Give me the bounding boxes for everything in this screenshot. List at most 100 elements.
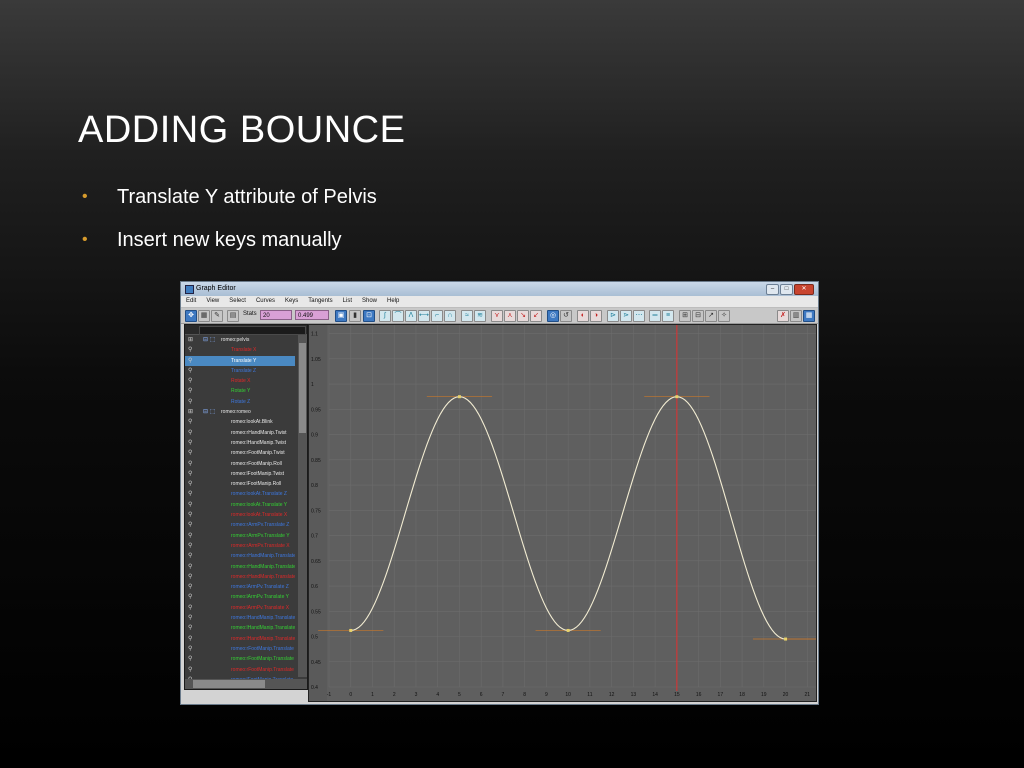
linear-infinity-icon[interactable]: ═ — [649, 310, 661, 322]
key-point[interactable] — [784, 637, 788, 641]
pin-icon[interactable]: ⚲ — [188, 500, 192, 510]
pre-infinity-icon[interactable]: ◐ — [577, 310, 589, 322]
pin-icon[interactable]: ⚲ — [188, 572, 192, 582]
outliner-attribute[interactable]: ⚲ romeo:rFootManip.Translate Y — [185, 654, 295, 664]
pin-icon[interactable]: ⚲ — [188, 417, 192, 427]
outliner-attribute[interactable]: ⚲ romeo:rHandManip.Translate Y — [185, 562, 295, 572]
post-infinity-icon[interactable]: ◑ — [590, 310, 602, 322]
dope-sheet-icon[interactable]: ⊞ — [679, 310, 691, 322]
pin-icon[interactable]: ⚲ — [188, 510, 192, 520]
pin-icon[interactable]: ⚲ — [188, 428, 192, 438]
pin-icon[interactable]: ⚲ — [188, 479, 192, 489]
pin-icon[interactable]: ⚲ — [188, 562, 192, 572]
retime-icon[interactable]: ↗ — [705, 310, 717, 322]
outliner-attribute[interactable]: ⚲ romeo:lArmPv.Translate X — [185, 603, 295, 613]
free-tangent-weight-icon[interactable]: ↘ — [517, 310, 529, 322]
outliner-attribute[interactable]: ⚲ romeo:lookAt.Translate Y — [185, 500, 295, 510]
pin-icon[interactable]: ⚲ — [188, 520, 192, 530]
minimize-icon[interactable]: – — [766, 284, 779, 295]
layout-icon[interactable]: ▦ — [803, 310, 815, 322]
outliner-attribute[interactable]: ⚲ romeo:lHandManip.Translate Y — [185, 623, 295, 633]
spline-tangent-icon[interactable]: ∫ — [379, 310, 391, 322]
key-point[interactable] — [457, 395, 461, 399]
pin-icon[interactable]: ⚲ — [188, 386, 192, 396]
scroll-thumb[interactable] — [193, 680, 265, 688]
outliner-attribute[interactable]: ⚲ romeo:lookAt.Translate Z — [185, 489, 295, 499]
denormalize-icon[interactable]: ↺ — [560, 310, 572, 322]
swap-buffer-icon[interactable]: ≋ — [474, 310, 486, 322]
pin-icon[interactable]: ⚲ — [188, 469, 192, 479]
menu-curves[interactable]: Curves — [251, 296, 280, 307]
pin-icon[interactable]: ⚲ — [188, 376, 192, 386]
pin-icon[interactable]: ⚲ — [188, 531, 192, 541]
outliner-attribute[interactable]: ⚲ romeo:lookAt.Blink — [185, 417, 295, 427]
pin-icon[interactable]: ⚲ — [188, 345, 192, 355]
move-key-icon[interactable]: ✥ — [185, 310, 197, 322]
outliner-attribute[interactable]: ⚲ romeo:lFootManip.Roll — [185, 479, 295, 489]
outliner-attribute[interactable]: ⚲ Translate X — [185, 345, 295, 355]
key-point[interactable] — [675, 395, 679, 399]
add-key-icon[interactable]: ✎ — [211, 310, 223, 322]
menu-select[interactable]: Select — [224, 296, 251, 307]
menu-view[interactable]: View — [201, 296, 224, 307]
scroll-thumb[interactable] — [299, 343, 306, 433]
outliner-attribute[interactable]: ⚲ Translate Z — [185, 366, 295, 376]
pin-icon[interactable]: ⚲ — [188, 582, 192, 592]
menu-keys[interactable]: Keys — [280, 296, 303, 307]
pin-icon[interactable]: ⚲ — [188, 541, 192, 551]
cycle-icon[interactable]: ⊳ — [607, 310, 619, 322]
outliner-attribute[interactable]: ⚲ romeo:rFootManip.Translate Z — [185, 644, 295, 654]
pin-icon[interactable]: ⚲ — [188, 489, 192, 499]
lock-tangent-weight-icon[interactable]: ↙ — [530, 310, 542, 322]
menu-list[interactable]: List — [338, 296, 357, 307]
plateau-tangent-icon[interactable]: ∩ — [444, 310, 456, 322]
graph-view[interactable]: -1 0 1 2 3 4 5 6 7 8 9 10 11 12 13 14 15 16 17 18 19 20 21 0.4 0… — [308, 324, 817, 702]
maximize-icon[interactable]: □ — [780, 284, 793, 295]
outliner-attribute[interactable]: ⚲ romeo:rArmPv.Translate Z — [185, 520, 295, 530]
pin-icon[interactable]: ⚲ — [188, 459, 192, 469]
menu-edit[interactable]: Edit — [181, 296, 201, 307]
menu-tangents[interactable]: Tangents — [303, 296, 337, 307]
frame-all-icon[interactable]: ▣ — [335, 310, 347, 322]
pin-icon[interactable]: ⚲ — [188, 397, 192, 407]
outliner-attribute[interactable]: ⚲ romeo:rHandManip.Twist — [185, 428, 295, 438]
lattice-icon[interactable]: ▤ — [227, 310, 239, 322]
outliner-horizontal-scrollbar[interactable] — [185, 679, 307, 689]
stats-frame-field[interactable]: 20 — [260, 310, 292, 320]
expand-icon[interactable]: ⊞ — [188, 335, 193, 345]
key-point[interactable] — [349, 628, 353, 632]
stats-value-field[interactable]: 0.499 — [295, 310, 329, 320]
outliner-attribute[interactable]: ⚲ Translate Y — [185, 355, 295, 366]
pin-icon[interactable]: ⚲ — [188, 438, 192, 448]
normalize-icon[interactable]: ◎ — [547, 310, 559, 322]
outliner-attribute[interactable]: ⚲ romeo:lArmPv.Translate Y — [185, 592, 295, 602]
insert-key-icon[interactable]: ▦ — [198, 310, 210, 322]
outliner-vertical-scrollbar[interactable] — [298, 335, 307, 677]
pin-icon[interactable]: ⚲ — [188, 654, 192, 664]
step-tangent-icon[interactable]: ⌐ — [431, 310, 443, 322]
pin-icon[interactable]: ⚲ — [188, 448, 192, 458]
cycle-offset-icon[interactable]: ⋗ — [620, 310, 632, 322]
snapshot-icon[interactable]: ▥ — [790, 310, 802, 322]
outliner-attribute[interactable]: ⚲ romeo:rArmPv.Translate X — [185, 541, 295, 551]
outliner-attribute[interactable]: ⚲ Rotate Z — [185, 397, 295, 407]
pin-icon[interactable]: ⚲ — [188, 613, 192, 623]
trax-editor-icon[interactable]: ⊟ — [692, 310, 704, 322]
window-titlebar[interactable]: Graph Editor – □ ✕ — [181, 282, 818, 296]
break-tangents-icon[interactable]: ⋎ — [491, 310, 503, 322]
filter-icon[interactable]: ✧ — [718, 310, 730, 322]
outliner-attribute[interactable]: ⚲ romeo:lHandManip.Twist — [185, 438, 295, 448]
pin-icon[interactable]: ⚲ — [188, 366, 192, 376]
pin-icon[interactable]: ⚲ — [188, 623, 192, 633]
pin-icon[interactable]: ⚲ — [188, 603, 192, 613]
outliner-attribute[interactable]: ⚲ romeo:lookAt.Translate X — [185, 510, 295, 520]
buffer-curve-icon[interactable]: ≈ — [461, 310, 473, 322]
outliner-attribute[interactable]: ⚲ romeo:rFootManip.Roll — [185, 459, 295, 469]
outliner-attribute[interactable]: ⚲ romeo:rHandManip.Translate X — [185, 572, 295, 582]
outliner-node[interactable]: ⊞ ⊟ ⬚ romeo:pelvis — [185, 335, 295, 345]
outliner-attribute[interactable]: ⚲ romeo:rFootManip.Translate X — [185, 665, 295, 675]
close-icon[interactable]: ✕ — [794, 284, 814, 295]
clamped-tangent-icon[interactable]: ⌒ — [392, 310, 404, 322]
key-point[interactable] — [566, 628, 570, 632]
oscillate-icon[interactable]: ⋯ — [633, 310, 645, 322]
